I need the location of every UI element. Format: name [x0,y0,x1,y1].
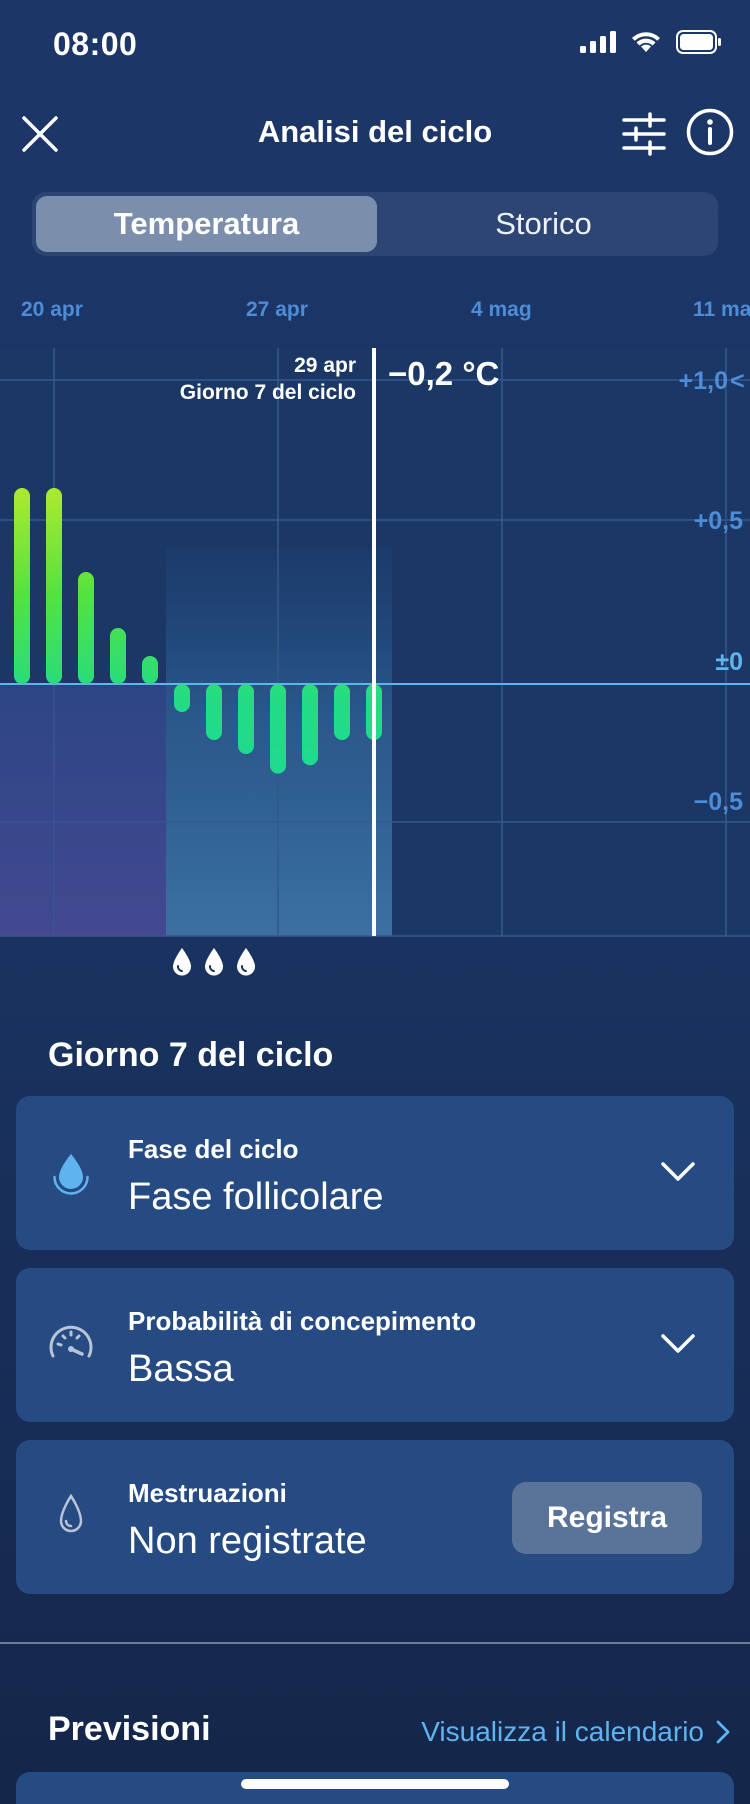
status-icons [580,30,722,54]
status-time: 08:00 [53,26,138,62]
selected-temperature: −0,2 °C [388,355,499,392]
temperature-bar[interactable] [46,488,62,684]
drop-outline-icon [59,1493,83,1533]
view-calendar-link[interactable]: Visualizza il calendario [421,1716,730,1748]
period-drop-icon [237,948,255,976]
status-bar: 08:00 [0,0,750,92]
temperature-bar[interactable] [110,628,126,684]
y-tick-zero: ±0 [715,648,743,676]
temperature-bar[interactable] [78,572,94,684]
date-label-4-mag: 4 mag [471,298,532,321]
info-icon [686,108,734,156]
section-divider [0,1642,750,1644]
wifi-icon [632,32,660,52]
temperature-bar[interactable] [302,684,318,766]
temperature-bar[interactable] [206,684,222,740]
y-tick-plus-0-5: +0,5 [694,507,743,535]
temperature-bar[interactable] [14,488,30,684]
date-label-27-apr: 27 apr [246,298,308,321]
chevron-right-icon [716,1720,730,1744]
card-label: Mestruazioni [128,1478,287,1508]
forecast-title: Previsioni [48,1710,211,1748]
card-value: Bassa [128,1348,234,1390]
temperature-bar[interactable] [270,684,286,774]
info-button[interactable] [686,108,734,156]
y-tick-plus-1: +1,0 [679,367,728,395]
sliders-icon [622,112,666,156]
temperature-bar[interactable] [334,684,350,740]
nav-bar: Analisi del ciclo [0,100,750,166]
selected-cycle-day: Giorno 7 del ciclo [180,381,356,404]
date-label-11-mag: 11 mag [693,298,750,321]
signal-icon [580,31,616,53]
tab-storico[interactable]: Storico [373,196,714,252]
cycle-day-title: Giorno 7 del ciclo [48,1036,334,1074]
view-calendar-label: Visualizza il calendario [421,1716,704,1747]
cycle-phase-card[interactable]: Fase del ciclo Fase follicolare [16,1096,734,1250]
chevron-down-icon[interactable] [660,1326,696,1362]
register-button[interactable]: Registra [512,1482,702,1554]
tab-temperatura[interactable]: Temperatura [36,196,377,252]
card-value: Fase follicolare [128,1176,384,1218]
temperature-chart[interactable]: 29 apr Giorno 7 del ciclo −0,2 °C +1,0 <… [0,348,750,938]
card-label: Fase del ciclo [128,1134,299,1164]
view-tabs: Temperatura Storico [32,192,718,256]
selected-date: 29 apr [294,354,356,377]
temperature-bar[interactable] [142,656,158,684]
menstruation-zone [0,683,166,936]
menstruation-card: Mestruazioni Non registrate Registra [16,1440,734,1594]
card-label: Probabilità di concepimento [128,1306,477,1336]
gauge-icon [49,1325,93,1358]
y-tick-arrow: < [730,367,745,395]
card-value: Non registrate [128,1520,367,1562]
home-indicator [241,1779,509,1789]
temperature-bar[interactable] [238,684,254,754]
drop-filled-icon [53,1154,89,1195]
period-drop-icon [173,948,191,976]
chevron-down-icon[interactable] [660,1154,696,1190]
temperature-bar[interactable] [174,684,190,712]
period-drop-icon [205,948,223,976]
y-tick-minus-0-5: −0,5 [694,788,743,816]
conception-probability-card[interactable]: Probabilità di concepimento Bassa [16,1268,734,1422]
date-label-20-apr: 20 apr [21,298,83,321]
battery-icon [676,30,721,54]
filter-button[interactable] [620,110,668,158]
